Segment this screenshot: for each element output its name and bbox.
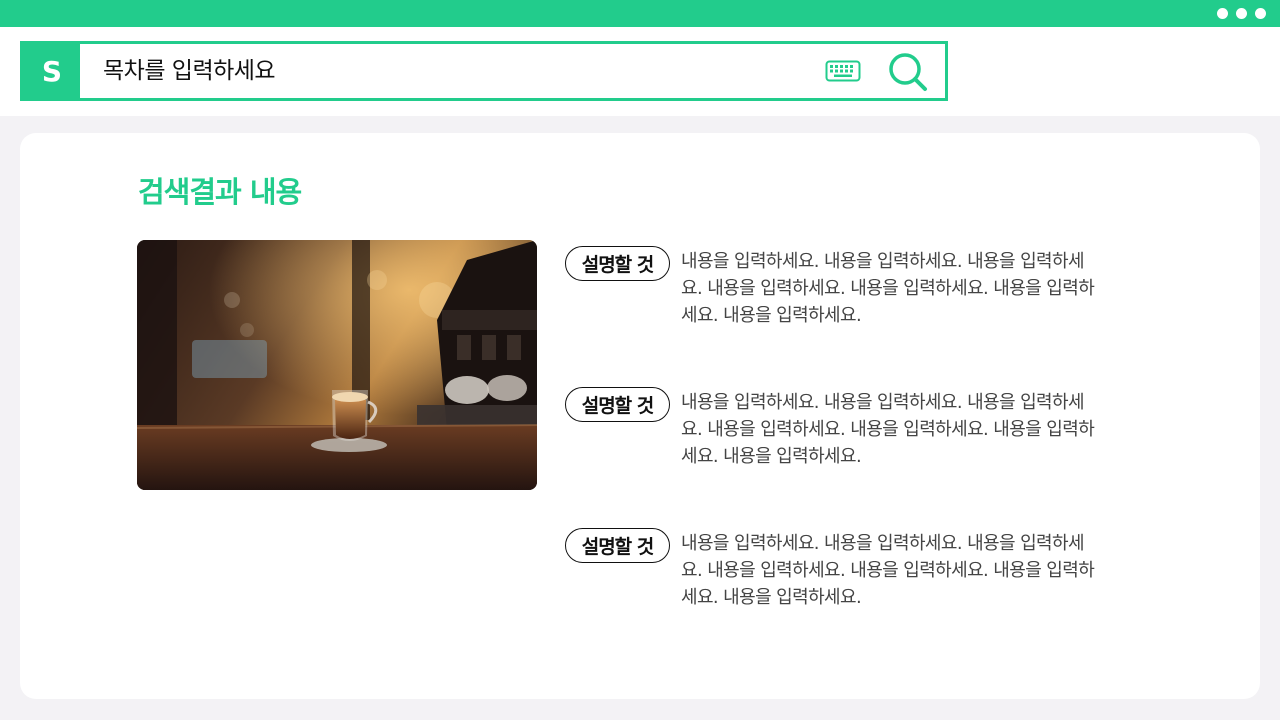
item-text: 내용을 입력하세요. 내용을 입력하세요. 내용을 입력하세요. 내용을 입력하…	[681, 251, 1095, 326]
cafe-coffee-photo	[137, 240, 537, 490]
logo-icon: S	[41, 56, 61, 86]
item-label[interactable]: 설명할 것	[565, 387, 670, 422]
item-label[interactable]: 설명할 것	[565, 528, 670, 563]
result-item: 설명할 것 내용을 입력하세요. 내용을 입력하세요. 내용을 입력하세요. 내…	[565, 243, 1125, 333]
results-card: 검색결과 내용 설명할 것 내용을 입력하세요. 내용을 입력하세요. 내용을 …	[20, 133, 1260, 699]
top-bar	[0, 0, 1280, 27]
item-label[interactable]: 설명할 것	[565, 246, 670, 281]
window-dot-3[interactable]	[1255, 8, 1266, 19]
item-text: 내용을 입력하세요. 내용을 입력하세요. 내용을 입력하세요. 내용을 입력하…	[681, 533, 1095, 608]
logo[interactable]: S	[23, 44, 80, 98]
window-controls	[1217, 8, 1266, 19]
coffee-image	[137, 240, 537, 490]
window-dot-1[interactable]	[1217, 8, 1228, 19]
result-item: 설명할 것 내용을 입력하세요. 내용을 입력하세요. 내용을 입력하세요. 내…	[565, 384, 1125, 474]
search-input[interactable]	[103, 52, 803, 90]
logo-letter: S	[41, 56, 61, 86]
item-text: 내용을 입력하세요. 내용을 입력하세요. 내용을 입력하세요. 내용을 입력하…	[681, 392, 1095, 467]
window-dot-2[interactable]	[1236, 8, 1247, 19]
result-item: 설명할 것 내용을 입력하세요. 내용을 입력하세요. 내용을 입력하세요. 내…	[565, 525, 1125, 615]
header: S	[0, 27, 1280, 116]
search-icon[interactable]	[887, 51, 929, 93]
keyboard-icon[interactable]	[825, 60, 861, 82]
search-bar: S	[20, 41, 948, 101]
results-title: 검색결과 내용	[138, 175, 302, 209]
